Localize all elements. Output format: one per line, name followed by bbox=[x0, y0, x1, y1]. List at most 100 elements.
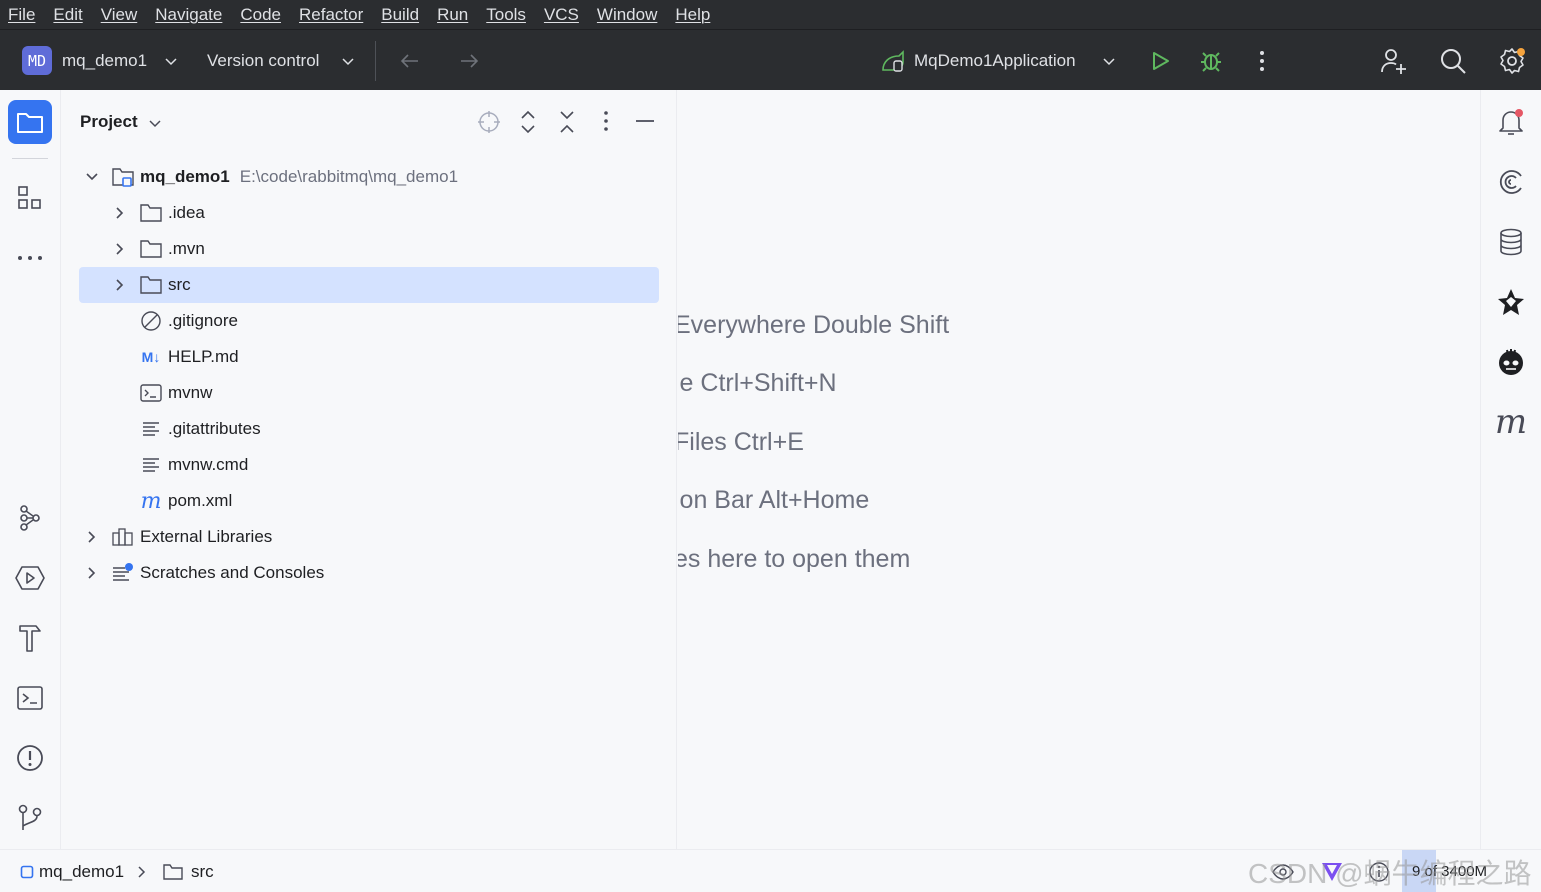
right-tool-strip: m bbox=[1480, 90, 1541, 849]
folder-icon bbox=[139, 237, 163, 261]
hint-navigation-bar: ion Bar Alt+Home bbox=[678, 486, 870, 514]
plugin-tool-button[interactable] bbox=[1489, 280, 1533, 324]
menu-tools[interactable]: Tools bbox=[486, 5, 526, 25]
mascot-icon bbox=[1499, 349, 1523, 375]
problems-tool-button[interactable] bbox=[8, 736, 52, 780]
strip-divider bbox=[12, 158, 48, 159]
menu-code[interactable]: Code bbox=[240, 5, 281, 25]
editor-empty-state: Everywhere Double Shift le Ctrl+Shift+N … bbox=[678, 90, 1480, 849]
tree-item-gitignore[interactable]: .gitignore bbox=[79, 303, 659, 339]
maven-icon: m bbox=[1494, 402, 1528, 442]
folder-icon bbox=[17, 113, 43, 133]
tree-item-label: pom.xml bbox=[168, 491, 233, 510]
tree-item-mvn[interactable]: .mvn bbox=[79, 231, 659, 267]
build-tool-button[interactable] bbox=[8, 616, 52, 660]
tree-item-mvnw[interactable]: mvnw bbox=[79, 375, 659, 411]
forward-arrow-icon[interactable] bbox=[457, 30, 481, 91]
more-tools-button[interactable] bbox=[8, 236, 52, 280]
chevron-right-icon[interactable] bbox=[113, 206, 127, 220]
chevron-down-icon[interactable] bbox=[163, 30, 179, 91]
tree-item-gitattributes[interactable]: .gitattributes bbox=[79, 411, 659, 447]
chevron-right-icon[interactable] bbox=[85, 566, 99, 580]
tree-item-help-md[interactable]: M↓ HELP.md bbox=[79, 339, 659, 375]
breadcrumb-project[interactable]: mq_demo1 bbox=[20, 850, 124, 892]
menu-refactor[interactable]: Refactor bbox=[299, 5, 363, 25]
menu-bar: File Edit View Navigate Code Refactor Bu… bbox=[0, 0, 1541, 29]
folder-icon bbox=[139, 273, 163, 297]
tree-item-label: .mvn bbox=[168, 239, 205, 258]
toolbar-separator bbox=[375, 41, 376, 81]
chevron-right-icon[interactable] bbox=[113, 242, 127, 256]
more-vertical-icon[interactable] bbox=[603, 110, 609, 137]
menu-run[interactable]: Run bbox=[437, 5, 468, 25]
back-arrow-icon[interactable] bbox=[398, 30, 422, 91]
vcs-label: Version control bbox=[207, 50, 320, 70]
hint-drop-files: es here to open them bbox=[678, 545, 911, 573]
locate-file-icon[interactable] bbox=[477, 110, 501, 139]
problems-icon bbox=[17, 745, 43, 771]
menu-file[interactable]: File bbox=[8, 5, 35, 25]
menu-edit[interactable]: Edit bbox=[53, 5, 82, 25]
breadcrumb-project-label: mq_demo1 bbox=[39, 861, 125, 881]
more-vertical-icon[interactable] bbox=[1259, 30, 1265, 91]
panel-title[interactable]: Project bbox=[80, 112, 162, 132]
menu-vcs[interactable]: VCS bbox=[544, 5, 579, 25]
vcs-widget[interactable]: Version control bbox=[207, 30, 319, 91]
menu-navigate[interactable]: Navigate bbox=[155, 5, 222, 25]
structure-tool-button[interactable] bbox=[8, 176, 52, 220]
menu-build[interactable]: Build bbox=[381, 5, 419, 25]
chevron-down-icon[interactable] bbox=[340, 30, 356, 91]
tree-item-idea[interactable]: .idea bbox=[79, 195, 659, 231]
chevron-right-icon[interactable] bbox=[85, 530, 99, 544]
scratches-icon bbox=[111, 561, 135, 585]
project-selector[interactable]: mq_demo1 bbox=[62, 30, 147, 91]
run-icon[interactable] bbox=[1148, 30, 1172, 91]
tree-item-label: mvnw bbox=[168, 383, 213, 402]
run-configuration-selector[interactable]: MqDemo1Application bbox=[914, 30, 1076, 91]
breadcrumb-folder-label: src bbox=[191, 861, 214, 881]
more-horizontal-icon bbox=[18, 256, 42, 260]
run-tool-button[interactable] bbox=[8, 556, 52, 600]
database-button[interactable] bbox=[1489, 220, 1533, 264]
tree-item-pom-xml[interactable]: m pom.xml bbox=[79, 483, 659, 519]
minimize-icon[interactable] bbox=[634, 110, 656, 137]
tree-item-mvnw-cmd[interactable]: mvnw.cmd bbox=[79, 447, 659, 483]
chevron-down-icon[interactable] bbox=[85, 170, 99, 184]
chevron-down-icon[interactable] bbox=[1101, 30, 1117, 91]
services-tool-button[interactable] bbox=[8, 496, 52, 540]
chevron-down-icon[interactable] bbox=[148, 116, 162, 130]
tree-item-external-libraries[interactable]: External Libraries bbox=[79, 519, 659, 555]
collapse-all-icon[interactable] bbox=[556, 110, 578, 139]
maven-tool-button[interactable]: m bbox=[1489, 400, 1533, 444]
debug-icon[interactable] bbox=[1198, 30, 1224, 91]
project-tool-button[interactable] bbox=[8, 100, 52, 144]
add-user-icon[interactable] bbox=[1379, 30, 1409, 91]
expand-all-icon[interactable] bbox=[517, 110, 539, 139]
tree-item-src[interactable]: src bbox=[79, 267, 659, 303]
tree-root-path: E:\code\rabbitmq\mq_demo1 bbox=[239, 167, 459, 186]
settings-gear-icon[interactable] bbox=[1497, 30, 1527, 91]
project-badge[interactable]: MD bbox=[22, 46, 52, 75]
tree-root-mq-demo1[interactable]: mq_demo1 E:\code\rabbitmq\mq_demo1 bbox=[79, 159, 659, 195]
breadcrumb-folder[interactable]: src bbox=[162, 850, 214, 892]
ignore-file-icon bbox=[139, 309, 163, 333]
menu-window[interactable]: Window bbox=[597, 5, 657, 25]
mascot-plugin-button[interactable] bbox=[1489, 340, 1533, 384]
markdown-icon: M↓ bbox=[141, 349, 161, 365]
tree-item-scratches[interactable]: Scratches and Consoles bbox=[79, 555, 659, 591]
chevron-right-icon[interactable] bbox=[113, 278, 127, 292]
services-icon bbox=[20, 505, 40, 531]
ai-assistant-button[interactable] bbox=[1489, 160, 1533, 204]
menu-help[interactable]: Help bbox=[675, 5, 710, 25]
search-icon[interactable] bbox=[1439, 30, 1467, 91]
terminal-tool-button[interactable] bbox=[8, 676, 52, 720]
project-tool-window: Project mq_demo1 E:\code\rabbitmq\mq_demo… bbox=[61, 90, 677, 849]
menu-view[interactable]: View bbox=[101, 5, 138, 25]
database-icon bbox=[1500, 228, 1522, 256]
hint-go-to-file: le Ctrl+Shift+N bbox=[678, 369, 837, 397]
folder-icon bbox=[139, 201, 163, 225]
notifications-button[interactable] bbox=[1489, 100, 1533, 144]
git-tool-button[interactable] bbox=[8, 796, 52, 840]
module-icon bbox=[20, 865, 34, 878]
tree-root-label: mq_demo1 bbox=[140, 167, 230, 186]
